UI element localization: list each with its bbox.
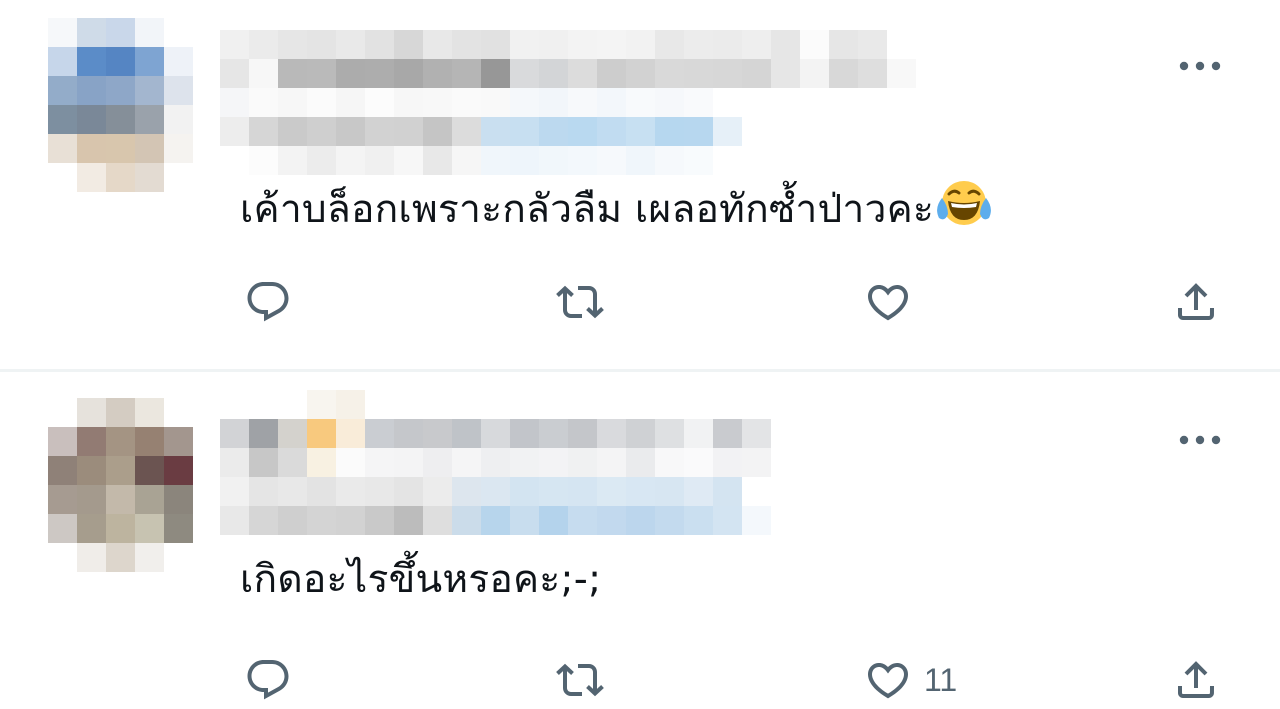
like-count: 11 <box>924 661 958 698</box>
share-icon <box>1178 283 1214 320</box>
more-options-icon <box>1179 435 1221 445</box>
reply-button[interactable] <box>244 652 292 708</box>
more-options-icon <box>1179 61 1221 71</box>
heart-icon <box>867 663 909 699</box>
retweet-button[interactable] <box>552 652 608 708</box>
retweet-icon <box>556 663 604 697</box>
share-icon <box>1178 661 1214 698</box>
like-button[interactable]: 11 <box>864 652 957 708</box>
tweet-text: เกิดอะไรขึ้นหรอคะ;-; <box>240 555 601 605</box>
tweet-actions <box>0 274 1280 330</box>
tweet[interactable]: เค้าบล็อกเพราะกลัวลืม เผลอทักซ้ำป่าวคะ <box>0 0 1280 368</box>
like-button[interactable] <box>864 274 924 330</box>
tweet-text: เค้าบล็อกเพราะกลัวลืม เผลอทักซ้ำป่าวคะ <box>240 178 992 241</box>
more-options-button[interactable] <box>1176 424 1224 456</box>
heart-icon <box>867 285 909 321</box>
tweet-text-content: เค้าบล็อกเพราะกลัวลืม เผลอทักซ้ำป่าวคะ <box>240 187 935 232</box>
author-info-pixelated <box>220 390 945 535</box>
avatar[interactable] <box>48 18 193 192</box>
avatar[interactable] <box>48 398 193 572</box>
reply-icon <box>247 660 289 700</box>
reply-button[interactable] <box>244 274 292 330</box>
face-with-tears-of-joy-icon <box>936 178 992 241</box>
share-button[interactable] <box>1172 652 1220 708</box>
share-button[interactable] <box>1172 274 1220 330</box>
more-options-button[interactable] <box>1176 50 1224 82</box>
retweet-button[interactable] <box>552 274 608 330</box>
tweet-actions: 11 <box>0 652 1280 708</box>
tweet[interactable]: เกิดอะไรขึ้นหรอคะ;-; 11 <box>0 372 1280 709</box>
retweet-icon <box>556 285 604 319</box>
reply-icon <box>247 282 289 322</box>
author-info-pixelated <box>220 30 945 175</box>
tweet-text-content: เกิดอะไรขึ้นหรอคะ;-; <box>240 557 602 602</box>
